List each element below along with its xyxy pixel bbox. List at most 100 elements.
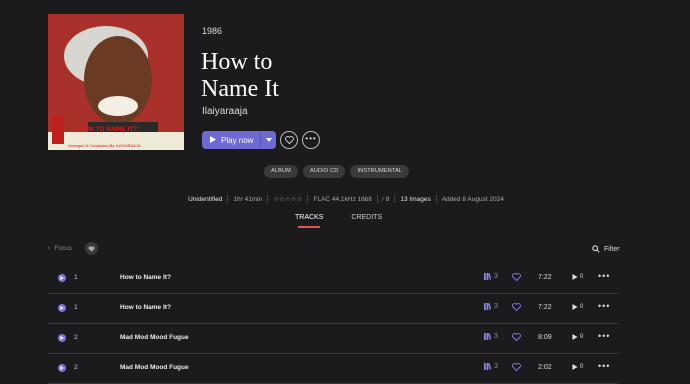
track-title[interactable]: Mad Mod Mood Fugue	[120, 334, 189, 341]
track-play-count: 0	[572, 334, 583, 340]
track-more-button[interactable]: •••	[598, 301, 610, 311]
library-icon	[484, 273, 491, 280]
track-plays-value: 0	[580, 334, 584, 340]
heart-icon	[512, 363, 521, 372]
track-disc-number: 1	[74, 304, 78, 311]
filter-button[interactable]: Filter	[592, 245, 620, 253]
divider	[307, 195, 309, 203]
heart-icon	[512, 303, 521, 312]
cover-credit-text: Arranged & Conducted By ILAIYARAAJA	[68, 143, 141, 148]
track-duration: 7:22	[538, 304, 552, 311]
track-versions-count: 3	[494, 303, 498, 310]
play-now-button[interactable]: Play now	[202, 131, 276, 149]
track-versions-button[interactable]: 3	[484, 363, 498, 370]
play-track-button[interactable]	[58, 304, 66, 312]
track-disc-number: 1	[74, 274, 78, 281]
meta-images-link[interactable]: 13 Images	[400, 196, 430, 203]
track-play-count: 0	[572, 364, 583, 370]
artist-link[interactable]: Ilaiyaraaja	[202, 106, 248, 117]
cover-title-text: HOW TO NAME IT?	[78, 126, 138, 133]
divider	[394, 195, 396, 203]
track-row[interactable]: 2 Mad Mod Mood Fugue 3 2:02 0 •••	[48, 354, 618, 384]
play-track-button[interactable]	[58, 364, 66, 372]
heart-icon	[88, 245, 95, 252]
meta-added: Added 8 August 2024	[441, 195, 504, 203]
track-play-count: 0	[572, 274, 583, 280]
track-play-count: 0	[572, 304, 583, 310]
album-title: How to Name It	[201, 49, 279, 102]
heart-icon	[284, 136, 294, 144]
tag-audio-cd[interactable]: AUDIO CD	[302, 165, 346, 178]
focus-toggle[interactable]: › Focus	[48, 245, 72, 252]
track-duration: 7:22	[538, 274, 552, 281]
play-icon	[60, 276, 64, 280]
track-versions-count: 3	[494, 273, 498, 280]
favorite-track-button[interactable]	[512, 333, 521, 343]
play-track-button[interactable]	[58, 274, 66, 282]
chevron-right-icon: ›	[48, 245, 51, 252]
play-now-main[interactable]: Play now	[202, 131, 260, 149]
album-tabs: TRACKS CREDITS	[295, 214, 382, 228]
play-icon	[60, 306, 64, 310]
filter-label: Filter	[604, 245, 620, 253]
tag-album[interactable]: ALBUM	[264, 165, 298, 178]
rating-stars[interactable]: ☆☆☆☆☆	[273, 195, 302, 203]
tab-credits[interactable]: CREDITS	[351, 214, 382, 221]
meta-duration: 1hr 41min	[233, 195, 263, 203]
divider	[227, 195, 229, 203]
track-more-button[interactable]: •••	[598, 331, 610, 341]
album-cover[interactable]: HOW TO NAME IT? Arranged & Conducted By …	[48, 14, 184, 150]
track-list: 1 How to Name It? 3 7:22 0 ••• 1 How to Name It…	[48, 264, 618, 384]
release-year: 1986	[202, 26, 223, 36]
track-plays-value: 0	[580, 364, 584, 370]
track-versions-button[interactable]: 3	[484, 273, 498, 280]
chevron-down-icon	[265, 138, 272, 142]
track-duration: 8:09	[538, 334, 552, 341]
tag-instrumental[interactable]: INSTRUMENTAL	[350, 165, 410, 178]
album-tags: ALBUM AUDIO CD INSTRUMENTAL	[264, 165, 410, 178]
track-title[interactable]: Mad Mod Mood Fugue	[120, 364, 189, 371]
track-row[interactable]: 2 Mad Mod Mood Fugue 3 8:09 0 •••	[48, 324, 618, 354]
more-options-button[interactable]: •••	[302, 131, 320, 149]
track-title[interactable]: How to Name It?	[120, 304, 171, 311]
play-icon	[572, 364, 578, 370]
library-icon	[484, 363, 491, 370]
track-more-button[interactable]: •••	[598, 271, 610, 281]
track-plays-value: 0	[580, 274, 584, 280]
favorite-track-button[interactable]	[512, 363, 521, 373]
version-icon: ⁄	[382, 195, 384, 203]
track-duration: 2:02	[538, 364, 552, 371]
divider	[267, 195, 269, 203]
meta-source: Unidentified	[188, 195, 223, 203]
play-now-label: Play now	[221, 135, 254, 145]
play-track-button[interactable]	[58, 334, 66, 342]
play-icon	[572, 304, 578, 310]
track-versions-count: 3	[494, 333, 498, 340]
library-icon	[484, 333, 491, 340]
track-row[interactable]: 1 How to Name It? 3 7:22 0 •••	[48, 294, 618, 324]
track-versions-button[interactable]: 3	[484, 303, 498, 310]
track-versions-count: 3	[494, 363, 498, 370]
track-title[interactable]: How to Name It?	[120, 274, 171, 281]
divider	[376, 195, 378, 203]
heart-icon	[512, 273, 521, 282]
library-icon	[484, 303, 491, 310]
meta-format: FLAC 44.1kHz 16bit	[313, 195, 372, 203]
track-more-button[interactable]: •••	[598, 361, 610, 371]
track-row[interactable]: 1 How to Name It? 3 7:22 0 •••	[48, 264, 618, 294]
more-icon: •••	[305, 133, 317, 143]
favorite-track-button[interactable]	[512, 273, 521, 283]
play-icon	[60, 366, 64, 370]
track-versions-button[interactable]: 3	[484, 333, 498, 340]
focus-favorites-button[interactable]	[85, 242, 98, 255]
meta-count: 8	[385, 195, 390, 203]
play-icon	[572, 274, 578, 280]
favorite-track-button[interactable]	[512, 303, 521, 313]
divider	[435, 195, 437, 203]
track-plays-value: 0	[580, 304, 584, 310]
play-icon	[60, 336, 64, 340]
tab-tracks[interactable]: TRACKS	[295, 214, 323, 228]
track-disc-number: 2	[74, 364, 78, 371]
play-options-dropdown[interactable]	[261, 131, 276, 149]
favorite-album-button[interactable]	[280, 131, 298, 149]
